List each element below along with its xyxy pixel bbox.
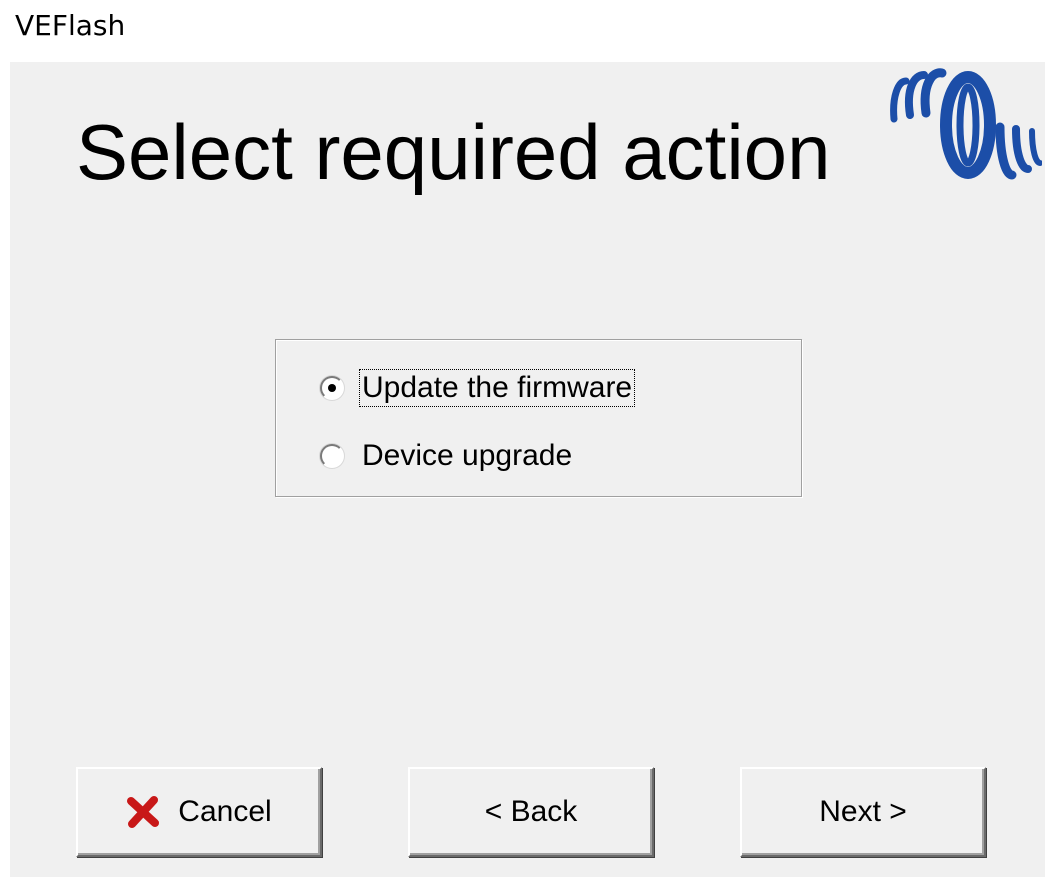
victron-logo-icon (890, 68, 1042, 180)
option-device-upgrade[interactable]: Device upgrade (320, 438, 574, 474)
radio-selected-dot (328, 384, 336, 392)
next-button-label: Next > (819, 795, 907, 828)
page-title: Select required action (76, 108, 831, 196)
back-button[interactable]: < Back (408, 767, 654, 857)
next-button[interactable]: Next > (740, 767, 986, 857)
app-title: VEFlash (15, 9, 126, 42)
wizard-panel: Select required action Update the firmwa… (10, 62, 1045, 877)
cancel-button[interactable]: Cancel (76, 767, 322, 857)
option-update-firmware-label: Update the firmware (358, 369, 636, 407)
red-x-icon (127, 796, 160, 828)
radio-button-device-upgrade[interactable] (320, 444, 344, 468)
back-button-label: < Back (484, 795, 578, 828)
action-option-group: Update the firmware Device upgrade (275, 339, 802, 497)
option-device-upgrade-label: Device upgrade (362, 439, 573, 472)
radio-button-update-firmware[interactable] (320, 376, 344, 400)
option-update-firmware[interactable]: Update the firmware (320, 369, 636, 407)
cancel-button-label: Cancel (178, 795, 272, 828)
